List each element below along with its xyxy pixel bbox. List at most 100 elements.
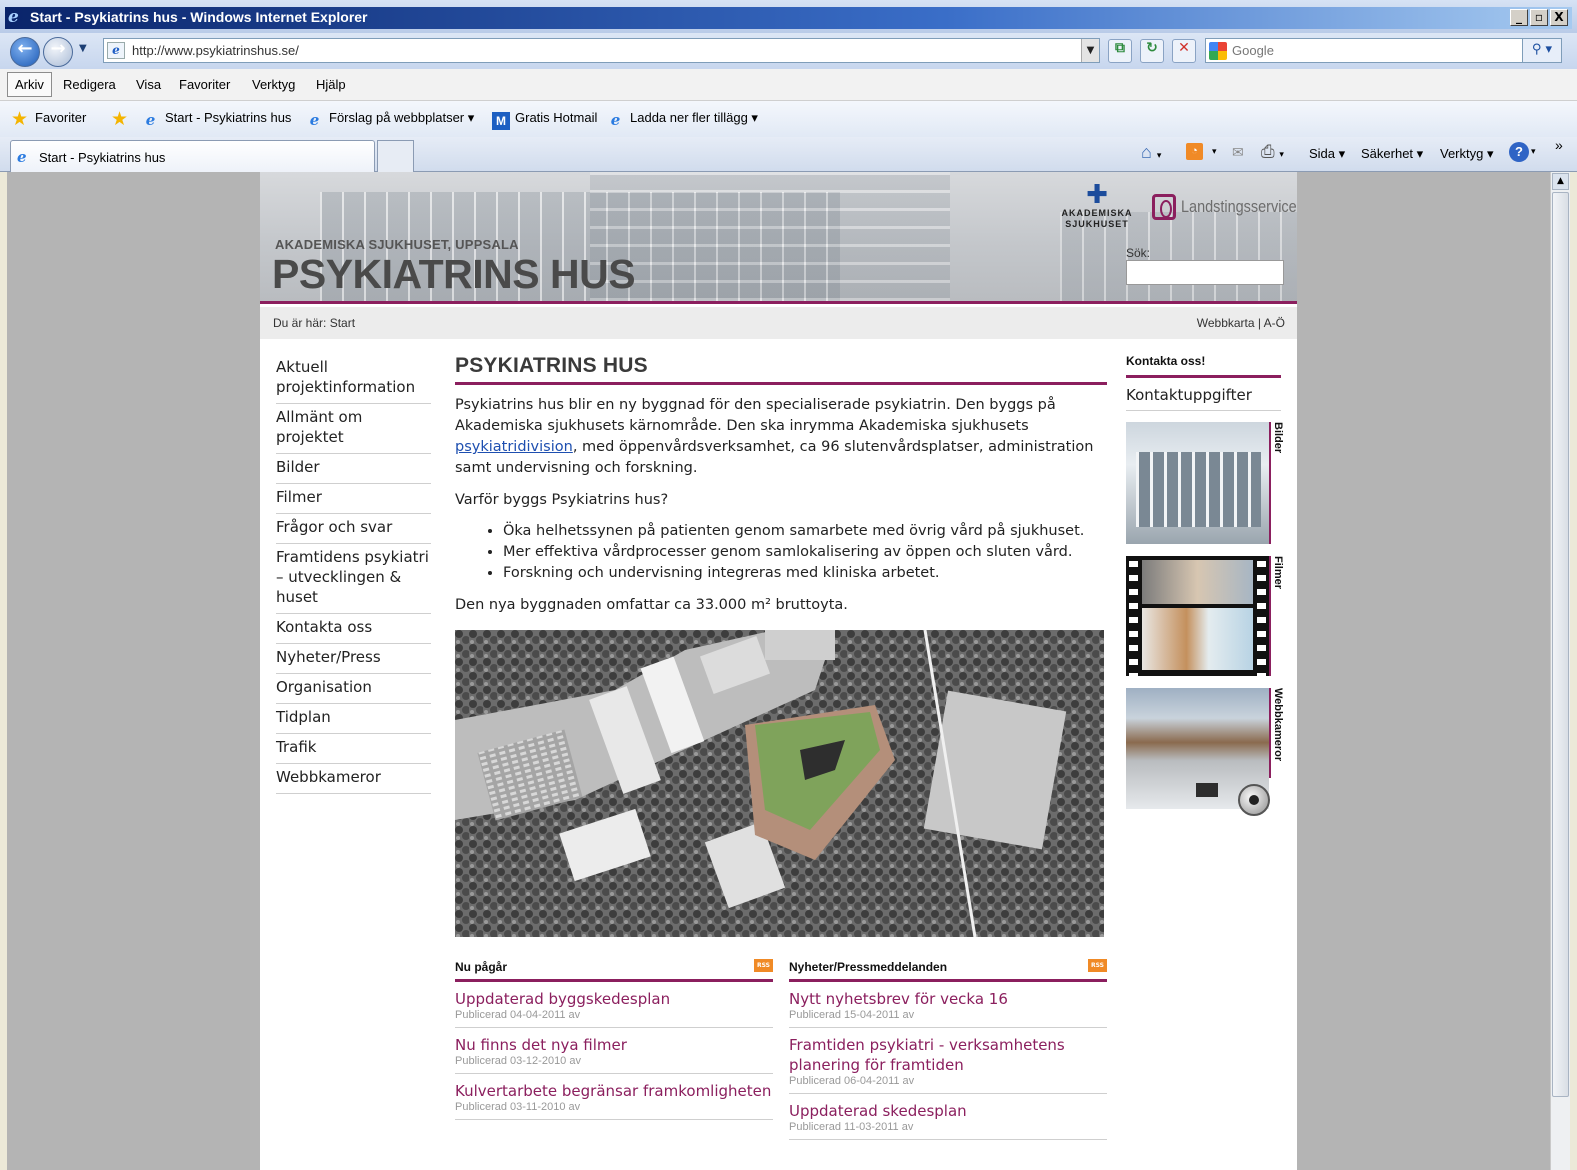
feeds-dropdown[interactable]: ▾ — [1212, 146, 1217, 157]
feeds-icon[interactable]: ◔ — [1186, 143, 1203, 160]
scroll-up-button[interactable]: ▲ — [1552, 173, 1569, 190]
news-item[interactable]: Framtiden psykiatri - verksamhetens plan… — [789, 1028, 1107, 1094]
address-dropdown-button[interactable]: ▼ — [1081, 39, 1099, 62]
vertical-scrollbar[interactable]: ▲ — [1550, 172, 1570, 1170]
favorites-button[interactable]: Favoriter — [35, 110, 86, 125]
nav-trafik[interactable]: Trafik — [276, 734, 431, 764]
news-item[interactable]: Nu finns det nya filmer Publicerad 03-12… — [455, 1028, 773, 1074]
ie-page-icon: e — [610, 111, 621, 129]
nav-tidplan[interactable]: Tidplan — [276, 704, 431, 734]
landstingsservice-logo[interactable]: Landstingsservice — [1152, 194, 1297, 220]
fav-start[interactable]: e Start - Psykiatrins hus — [142, 110, 292, 129]
menu-verktyg-cmd[interactable]: Verktyg ▾ — [1440, 146, 1494, 162]
stop-icon: ✕ — [1178, 40, 1190, 56]
menu-favoriter[interactable]: Favoriter — [179, 77, 230, 92]
close-button[interactable]: X — [1550, 9, 1568, 26]
minimize-button[interactable]: _ — [1510, 9, 1528, 26]
promo-filmer-label: Filmer — [1272, 556, 1284, 590]
rss-icon[interactable]: RSS — [754, 959, 773, 972]
page-icon: e — [107, 42, 125, 59]
list-item: Öka helhetssynen på patienten genom sama… — [503, 521, 1107, 542]
refresh-button[interactable]: ↻ — [1140, 39, 1164, 63]
home-icon[interactable]: ⌂ ▾ — [1141, 142, 1161, 163]
intro-paragraph: Psykiatrins hus blir en ny byggnad för d… — [455, 397, 1094, 476]
menu-hjalp[interactable]: Hjälp — [316, 77, 346, 92]
menu-arkiv[interactable]: Arkiv — [7, 72, 52, 97]
web-page: AKADEMISKA SJUKHUSET, UPPSALA PSYKIATRIN… — [260, 172, 1297, 1170]
news-title[interactable]: Kulvertarbete begränsar framkomligheten — [455, 1081, 773, 1101]
sitemap-links[interactable]: Webbkarta | A-Ö — [1197, 316, 1285, 330]
news-now-heading: Nu pågår RSS — [455, 959, 773, 982]
news-title[interactable]: Nu finns det nya filmer — [455, 1035, 773, 1055]
help-dropdown[interactable]: ▾ — [1531, 146, 1536, 157]
nav-fragor-och-svar[interactable]: Frågor och svar — [276, 514, 431, 544]
nav-kontakta-oss[interactable]: Kontakta oss — [276, 614, 431, 644]
rss-icon[interactable]: RSS — [1088, 959, 1107, 972]
search-button[interactable]: ⚲ ▾ — [1522, 38, 1562, 63]
landstingsservice-text: Landstingsservice — [1181, 197, 1297, 216]
browser-window: e Start - Psykiatrins hus - Windows Inte… — [0, 0, 1577, 1170]
list-item: Forskning och undervisning integreras me… — [503, 563, 1107, 584]
site-search-input[interactable] — [1126, 260, 1284, 285]
promo-webbkameror[interactable]: Webbkameror — [1126, 688, 1284, 828]
help-icon[interactable]: ? — [1509, 142, 1529, 162]
nav-framtidens-psykiatri[interactable]: Framtidens psykiatri – utvecklingen & hu… — [276, 544, 431, 614]
print-icon[interactable]: ⎙ ▾ — [1261, 142, 1284, 162]
aerial-image — [455, 630, 1104, 937]
address-bar[interactable]: e http://www.psykiatrinshus.se/ ▼ — [103, 38, 1100, 63]
menu-visa[interactable]: Visa — [136, 77, 161, 92]
fav-addons[interactable]: e Ladda ner fler tillägg ▾ — [607, 110, 758, 129]
nav-organisation[interactable]: Organisation — [276, 674, 431, 704]
mail-icon[interactable]: ✉ — [1232, 144, 1244, 161]
address-url[interactable]: http://www.psykiatrinshus.se/ — [132, 43, 299, 58]
nav-webbkameror[interactable]: Webbkameror — [276, 764, 431, 794]
scroll-thumb[interactable] — [1552, 192, 1569, 1097]
akademiska-logo[interactable]: ✚ AKADEMISKA SJUKHUSET — [1058, 182, 1136, 230]
contact-link[interactable]: Kontaktuppgifter — [1126, 378, 1281, 411]
search-placeholder[interactable]: Google — [1232, 43, 1274, 58]
news-title[interactable]: Framtiden psykiatri - verksamhetens plan… — [789, 1035, 1107, 1075]
menu-sida[interactable]: Sida ▾ — [1309, 146, 1345, 162]
restore-button[interactable]: ▫ — [1530, 9, 1548, 26]
nav-aktuell-projektinformation[interactable]: Aktuell projektinformation — [276, 354, 431, 404]
new-tab-button[interactable] — [377, 140, 414, 172]
site-title[interactable]: PSYKIATRINS HUS — [272, 251, 636, 298]
tab-start[interactable]: e Start - Psykiatrins hus — [10, 140, 375, 172]
google-icon — [1209, 42, 1227, 60]
news-title[interactable]: Uppdaterad byggskedesplan — [455, 989, 773, 1009]
page-viewport: AKADEMISKA SJUKHUSET, UPPSALA PSYKIATRIN… — [7, 172, 1550, 1170]
news-date: Publicerad 15-04-2011 av — [789, 1009, 915, 1021]
news-title[interactable]: Nytt nyhetsbrev för vecka 16 — [789, 989, 1107, 1009]
menu-sakerhet[interactable]: Säkerhet ▾ — [1361, 146, 1423, 162]
stop-button[interactable]: ✕ — [1172, 39, 1196, 63]
favorites-star-icon[interactable]: ★ — [11, 108, 28, 130]
fav-suggested-sites[interactable]: e Förslag på webbplatser ▾ — [306, 110, 475, 129]
back-button[interactable]: ← — [10, 37, 40, 67]
ie-page-icon: e — [309, 111, 320, 129]
left-navigation: Aktuell projektinformation Allmänt om pr… — [276, 354, 431, 794]
menu-redigera[interactable]: Redigera — [63, 77, 116, 92]
nav-filmer[interactable]: Filmer — [276, 484, 431, 514]
news-title[interactable]: Uppdaterad skedesplan — [789, 1101, 1107, 1121]
news-item[interactable]: Uppdaterad byggskedesplan Publicerad 04-… — [455, 982, 773, 1028]
ie-page-icon: e — [17, 148, 27, 166]
recent-pages-dropdown[interactable]: ▼ — [79, 43, 87, 54]
promo-filmer[interactable]: Filmer — [1126, 556, 1284, 676]
nav-allmant-om-projektet[interactable]: Allmänt om projektet — [276, 404, 431, 454]
search-box[interactable]: Google — [1205, 38, 1525, 63]
nav-nyheter-press[interactable]: Nyheter/Press — [276, 644, 431, 674]
forward-button[interactable]: → — [43, 37, 73, 67]
fav-hotmail[interactable]: M Gratis Hotmail — [492, 110, 597, 130]
chevron-more-icon[interactable]: » — [1555, 137, 1563, 153]
news-item[interactable]: Uppdaterad skedesplan Publicerad 11-03-2… — [789, 1094, 1107, 1140]
compatibility-view-button[interactable]: ⧉ — [1108, 39, 1132, 63]
news-date: Publicerad 04-04-2011 av — [455, 1009, 581, 1021]
right-column: Kontakta oss! Kontaktuppgifter Bilder Fi… — [1126, 354, 1284, 816]
nav-bilder[interactable]: Bilder — [276, 454, 431, 484]
news-item[interactable]: Nytt nyhetsbrev för vecka 16 Publicerad … — [789, 982, 1107, 1028]
add-favorite-icon[interactable]: ★ — [111, 108, 128, 130]
psykiatridivision-link[interactable]: psykiatridivision — [455, 439, 573, 455]
menu-verktyg[interactable]: Verktyg — [252, 77, 295, 92]
news-item[interactable]: Kulvertarbete begränsar framkomligheten … — [455, 1074, 773, 1120]
promo-bilder[interactable]: Bilder — [1126, 422, 1284, 544]
